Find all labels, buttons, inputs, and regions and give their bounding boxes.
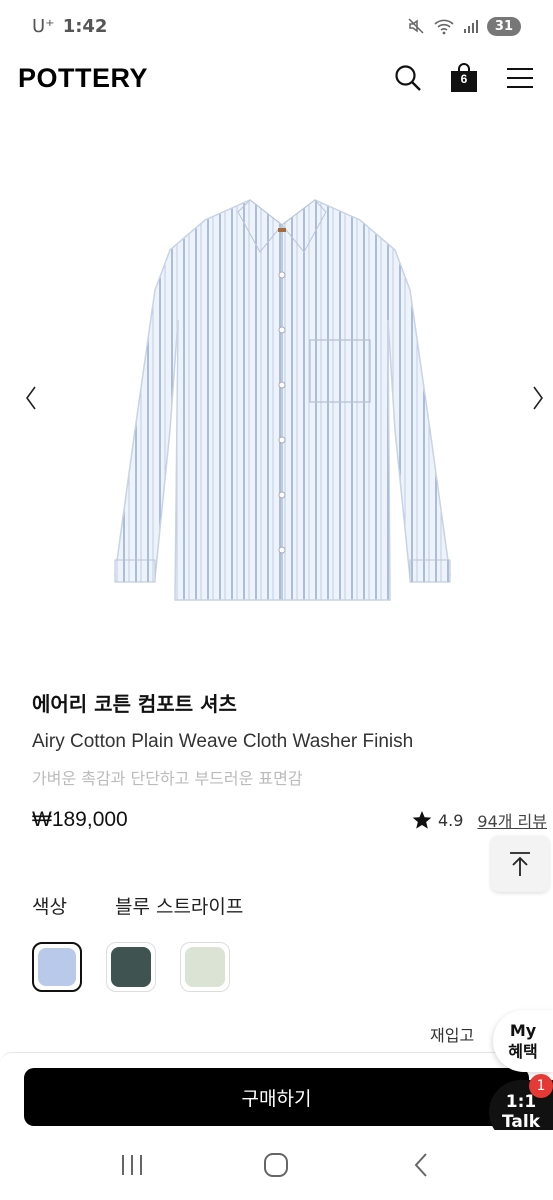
battery-indicator: 31 bbox=[486, 16, 521, 36]
talk-line1: 1:1 bbox=[505, 1092, 537, 1112]
rating-value: 4.9 bbox=[437, 810, 464, 830]
menu-icon bbox=[507, 68, 533, 88]
arrow-up-to-top-icon bbox=[510, 852, 530, 876]
color-swatch-dark-green[interactable] bbox=[106, 942, 156, 992]
system-navigation-bar bbox=[0, 1130, 553, 1200]
restock-notice-link[interactable]: 재입고 bbox=[430, 1022, 474, 1046]
scroll-to-top-button[interactable] bbox=[491, 836, 549, 892]
color-swatch-light-sage[interactable] bbox=[180, 942, 230, 992]
back-icon bbox=[414, 1153, 427, 1177]
price-row: ₩189,000 4.9 94개 리뷰 bbox=[32, 808, 547, 832]
menu-button[interactable] bbox=[505, 63, 535, 93]
my-benefits-button[interactable]: My 혜택 bbox=[493, 1010, 553, 1072]
signal-icon bbox=[463, 20, 478, 33]
back-button[interactable] bbox=[401, 1145, 441, 1185]
recent-apps-button[interactable] bbox=[112, 1145, 152, 1185]
home-icon bbox=[264, 1153, 289, 1177]
chevron-right-icon bbox=[533, 386, 543, 410]
chevron-left-icon bbox=[26, 386, 36, 410]
color-option-row: 색상 블루 스트라이프 bbox=[32, 892, 243, 919]
reviews-link[interactable]: 94개 리뷰 bbox=[477, 808, 547, 832]
product-price: ₩189,000 bbox=[32, 808, 128, 831]
carrier-label: U⁺ bbox=[32, 15, 55, 37]
search-icon bbox=[395, 65, 421, 91]
cart-count-badge: 6 bbox=[460, 72, 468, 86]
my-benefit-line1: My bbox=[509, 1021, 537, 1040]
brand-logo[interactable]: POTTERY bbox=[18, 63, 148, 94]
status-time: 1:42 bbox=[62, 15, 108, 37]
swatch-fill bbox=[38, 948, 76, 986]
product-description: 가벼운 촉감과 단단하고 부드러운 표면감 bbox=[32, 769, 303, 788]
swatch-fill bbox=[111, 947, 151, 987]
product-info: 에어리 코튼 컴포트 셔츠 Airy Cotton Plain Weave Cl… bbox=[32, 688, 532, 789]
product-title-en: Airy Cotton Plain Weave Cloth Washer Fin… bbox=[32, 731, 414, 752]
product-title-ko: 에어리 코튼 컴포트 셔츠 bbox=[32, 692, 237, 716]
buy-button[interactable]: 구매하기 bbox=[24, 1068, 529, 1126]
product-image bbox=[114, 199, 451, 601]
selected-color-name: 블루 스트라이프 bbox=[114, 896, 244, 918]
color-label: 색상 bbox=[32, 896, 67, 918]
swatch-fill bbox=[185, 947, 225, 987]
status-bar: U⁺ 1:42 31 bbox=[0, 0, 553, 52]
status-left: U⁺ 1:42 bbox=[32, 16, 107, 37]
gallery-next-button[interactable] bbox=[523, 378, 553, 418]
status-right: 31 bbox=[407, 16, 521, 36]
my-benefit-line2: 혜택 bbox=[508, 1042, 538, 1061]
cart-button[interactable]: 6 bbox=[449, 63, 479, 93]
color-swatches bbox=[32, 942, 230, 992]
color-swatch-blue-stripe[interactable] bbox=[32, 942, 82, 992]
rating-summary: 4.9 94개 리뷰 bbox=[412, 808, 547, 832]
app-header: POTTERY 6 bbox=[0, 52, 553, 104]
star-icon bbox=[412, 811, 432, 829]
search-button[interactable] bbox=[393, 63, 423, 93]
talk-line2: Talk bbox=[501, 1112, 540, 1132]
recent-apps-icon bbox=[122, 1155, 143, 1175]
product-gallery[interactable] bbox=[0, 130, 553, 670]
talk-notification-badge: 1 bbox=[529, 1074, 553, 1098]
mute-icon bbox=[408, 18, 424, 34]
gallery-prev-button[interactable] bbox=[16, 378, 46, 418]
wifi-icon bbox=[434, 19, 454, 35]
home-button[interactable] bbox=[256, 1145, 296, 1185]
header-actions: 6 bbox=[393, 63, 535, 93]
